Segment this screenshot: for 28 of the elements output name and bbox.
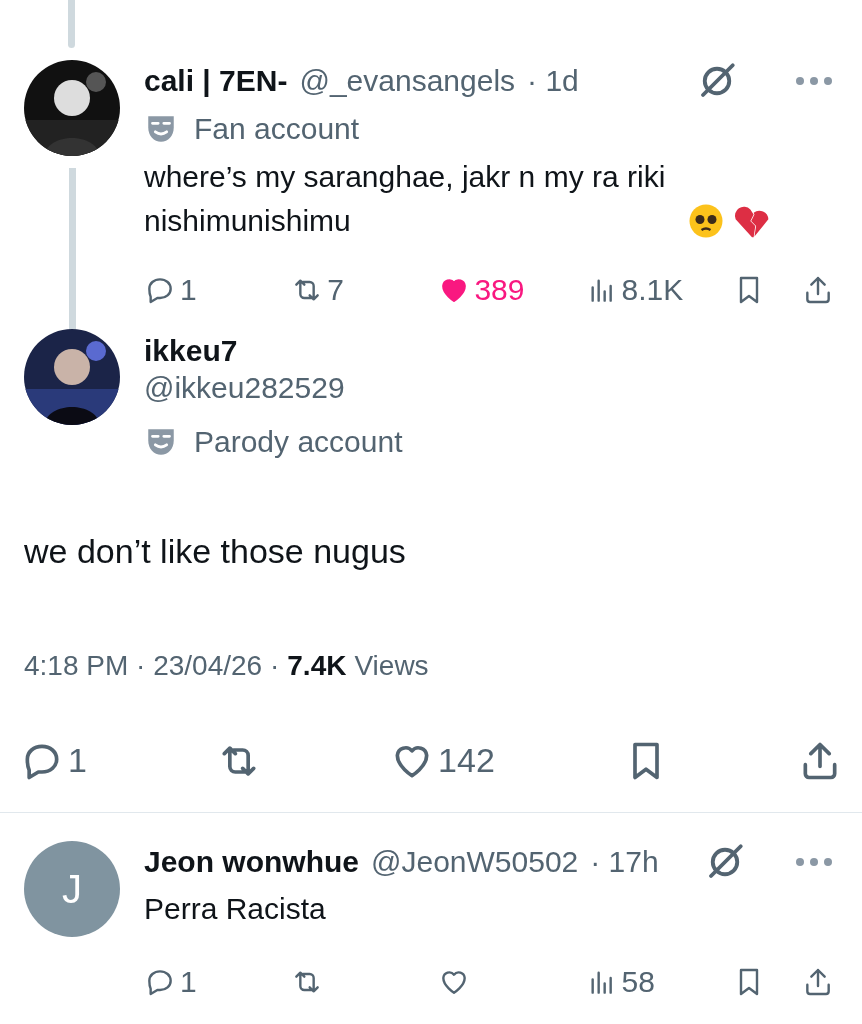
action-count: 58 — [621, 964, 655, 1000]
action-count: 8.1K — [621, 272, 684, 308]
action-count: 1 — [180, 964, 197, 1000]
more-icon[interactable] — [794, 856, 834, 868]
author-name[interactable]: ikkeu7 — [144, 333, 403, 369]
post-time: · 1d — [527, 63, 579, 99]
post-time: · 17h — [590, 844, 659, 880]
action-count: 1 — [180, 272, 197, 308]
action-count: 142 — [438, 740, 495, 781]
action-count: 1 — [68, 740, 87, 781]
reply-text: where’s my saranghae, jakr n my ra riki nishimunishimu — [144, 159, 667, 239]
author-handle[interactable]: @JeonW50502 — [371, 843, 579, 881]
account-label: Parody account — [194, 424, 403, 460]
author-handle[interactable]: @ikkeu282529 — [144, 369, 403, 407]
more-icon[interactable] — [794, 75, 834, 87]
views-label: Views — [354, 649, 429, 683]
account-label: Fan account — [194, 111, 360, 147]
view-count: 7.4K — [287, 649, 347, 683]
reply-text: Perra Racista — [144, 891, 327, 927]
action-count: 389 — [474, 272, 525, 308]
post-time: 4:18 PM · 23/04/26 · — [24, 649, 280, 683]
post-text: we don’t like those nugus — [23, 531, 407, 572]
avatar[interactable]: J — [24, 841, 120, 937]
author-handle[interactable]: @_evansangels — [299, 62, 516, 100]
action-count: 7 — [327, 272, 344, 308]
author-name[interactable]: cali | 7EN- — [144, 62, 288, 100]
pleading-face-icon — [688, 203, 724, 239]
author-name[interactable]: Jeon wonwhue — [144, 843, 359, 881]
